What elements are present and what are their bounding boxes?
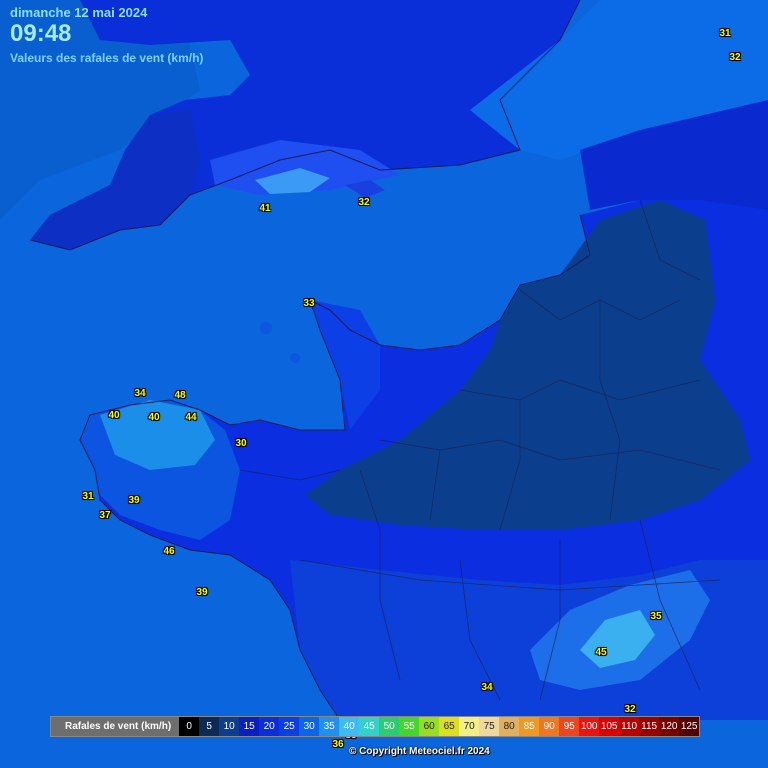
legend-swatch-80: 80 [499, 717, 520, 736]
observation-obs-46: 46 [163, 546, 175, 557]
observation-obs-33-cherbourg: 33 [303, 298, 315, 309]
legend-swatch-15: 15 [239, 717, 260, 736]
observation-obs-36-bottom: 36 [332, 739, 344, 750]
wind-gust-legend: Rafales de vent (km/h) 0 5 10 15 20 25 30 35 40 4… [50, 716, 701, 737]
copyright-notice: © Copyright Meteociel.fr 2024 [349, 746, 490, 757]
legend-swatch-35: 35 [319, 717, 340, 736]
legend-swatch-125: 125 [679, 717, 700, 736]
legend-swatch-65: 65 [439, 717, 460, 736]
observation-obs-35-east: 35 [650, 611, 662, 622]
wind-gust-map [0, 0, 768, 768]
observation-obs-40-c: 40 [148, 412, 160, 423]
legend-swatch-5: 5 [199, 717, 220, 736]
observation-obs-34-south: 34 [481, 682, 493, 693]
observation-obs-45-east: 45 [595, 647, 607, 658]
legend-swatch-40: 40 [339, 717, 360, 736]
legend-swatch-60: 60 [419, 717, 440, 736]
legend-swatch-105: 105 [599, 717, 620, 736]
observation-obs-41-uk: 41 [259, 203, 271, 214]
legend-swatch-45: 45 [359, 717, 380, 736]
land-channel-island-1 [260, 322, 272, 334]
legend-swatch-90: 90 [539, 717, 560, 736]
legend-swatch-55: 55 [399, 717, 420, 736]
map-time: 09:48 [10, 20, 72, 47]
observation-obs-31-ne: 31 [719, 28, 731, 39]
observation-obs-40-w: 40 [108, 410, 120, 421]
legend-swatch-95: 95 [559, 717, 580, 736]
observation-obs-31-sw: 31 [82, 491, 94, 502]
legend-swatch-110: 110 [619, 717, 640, 736]
legend-swatch-115: 115 [639, 717, 660, 736]
legend-swatch-85: 85 [519, 717, 540, 736]
legend-swatch-30: 30 [299, 717, 320, 736]
observation-obs-39-quimper: 39 [128, 495, 140, 506]
map-date: dimanche 12 mai 2024 [10, 5, 148, 20]
legend-swatch-25: 25 [279, 717, 300, 736]
legend-label: Rafales de vent (km/h) [65, 721, 172, 732]
legend-swatch-70: 70 [459, 717, 480, 736]
observation-obs-37: 37 [99, 510, 111, 521]
observation-obs-30: 30 [235, 438, 247, 449]
legend-swatch-0: 0 [179, 717, 200, 736]
observation-obs-34-brest-n: 34 [134, 388, 146, 399]
map-title: Valeurs des rafales de vent (km/h) [10, 51, 204, 65]
observation-obs-39-belle: 39 [196, 587, 208, 598]
legend-swatch-20: 20 [259, 717, 280, 736]
legend-swatch-50: 50 [379, 717, 400, 736]
legend-swatch-100: 100 [579, 717, 600, 736]
observation-obs-48-morlaix: 48 [174, 390, 186, 401]
observation-obs-32-wight: 32 [358, 197, 370, 208]
observation-obs-32-south: 32 [624, 704, 636, 715]
observation-obs-32-ne: 32 [729, 52, 741, 63]
observation-obs-44: 44 [185, 412, 197, 423]
legend-swatch-75: 75 [479, 717, 500, 736]
legend-swatch-120: 120 [659, 717, 680, 736]
legend-swatch-10: 10 [219, 717, 240, 736]
land-channel-island-2 [290, 353, 300, 363]
